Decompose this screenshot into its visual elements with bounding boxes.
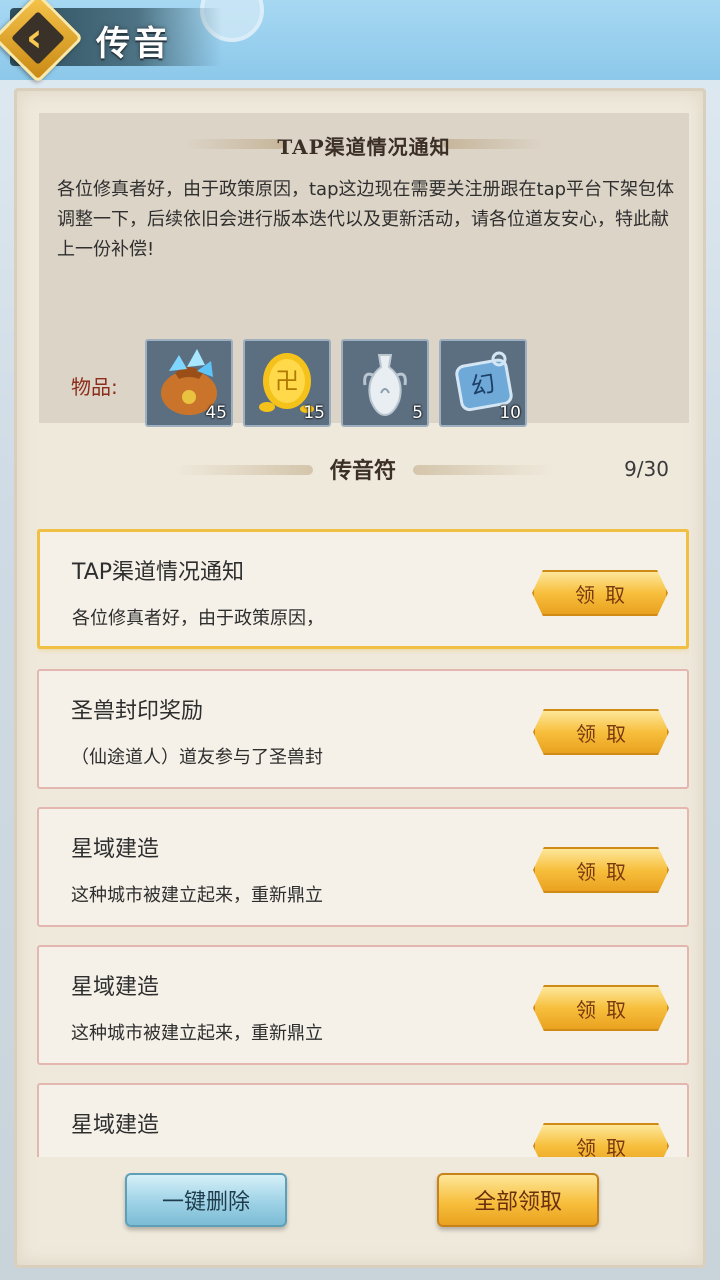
mail-count: 9/30 — [624, 457, 669, 481]
claim-button[interactable]: 领取 — [532, 570, 668, 616]
item-slot[interactable]: 5 — [341, 339, 429, 427]
mail-item[interactable]: 星域建造 这种城市被建立起来，重新鼎立 领取 — [37, 945, 689, 1065]
claim-button[interactable]: 领取 — [533, 1123, 669, 1157]
mail-item[interactable]: 星域建造 这种城市被建立起来，重新鼎立 领取 — [37, 807, 689, 927]
section-title: 传音符 — [329, 458, 396, 484]
mail-title: 星域建造 — [71, 1113, 160, 1138]
item-slot[interactable]: 卍 15 — [243, 339, 331, 427]
mail-preview: （仙途道人）道友参与了圣兽封 — [71, 747, 323, 768]
items-label: 物品: — [71, 375, 118, 399]
claim-button[interactable]: 领取 — [533, 985, 669, 1031]
mail-panel: TAP渠道情况通知 各位修真者好，由于政策原因，tap这边现在需要关注册跟在ta… — [14, 88, 706, 1268]
item-count: 45 — [205, 403, 227, 423]
mail-list[interactable]: TAP渠道情况通知 各位修真者好，由于政策原因， 领取 圣兽封印奖励 （仙途道人… — [37, 529, 689, 1157]
mail-item[interactable]: 星域建造 领取 — [37, 1083, 689, 1157]
item-slot[interactable]: 45 — [145, 339, 233, 427]
mail-title: 星域建造 — [71, 837, 160, 862]
item-slot[interactable]: 幻 10 — [439, 339, 527, 427]
item-count: 15 — [303, 403, 325, 423]
delete-all-button[interactable]: 一键删除 — [125, 1173, 287, 1227]
mail-preview: 各位修真者好，由于政策原因， — [72, 608, 324, 629]
claim-button[interactable]: 领取 — [533, 847, 669, 893]
mail-preview: 这种城市被建立起来，重新鼎立 — [71, 1023, 323, 1044]
claim-button[interactable]: 领取 — [533, 709, 669, 755]
claim-all-button[interactable]: 全部领取 — [437, 1173, 599, 1227]
mail-item[interactable]: TAP渠道情况通知 各位修真者好，由于政策原因， 领取 — [37, 529, 689, 649]
mail-title: TAP渠道情况通知 — [72, 560, 245, 585]
mail-title: 星域建造 — [71, 975, 160, 1000]
mail-preview: 这种城市被建立起来，重新鼎立 — [71, 885, 323, 906]
page-title: 传音 — [96, 24, 172, 64]
chevron-left-icon: ‹ — [26, 15, 43, 61]
notice-detail: TAP渠道情况通知 各位修真者好，由于政策原因，tap这边现在需要关注册跟在ta… — [39, 113, 689, 427]
svg-text:卍: 卍 — [275, 367, 299, 395]
item-count: 5 — [412, 403, 423, 423]
notice-title: TAP渠道情况通知 — [277, 135, 451, 159]
mail-title: 圣兽封印奖励 — [71, 699, 204, 724]
notice-body: 各位修真者好，由于政策原因，tap这边现在需要关注册跟在tap平台下架包体调整一… — [57, 179, 675, 260]
svg-text:幻: 幻 — [469, 369, 497, 401]
item-count: 10 — [499, 403, 521, 423]
mail-item[interactable]: 圣兽封印奖励 （仙途道人）道友参与了圣兽封 领取 — [37, 669, 689, 789]
